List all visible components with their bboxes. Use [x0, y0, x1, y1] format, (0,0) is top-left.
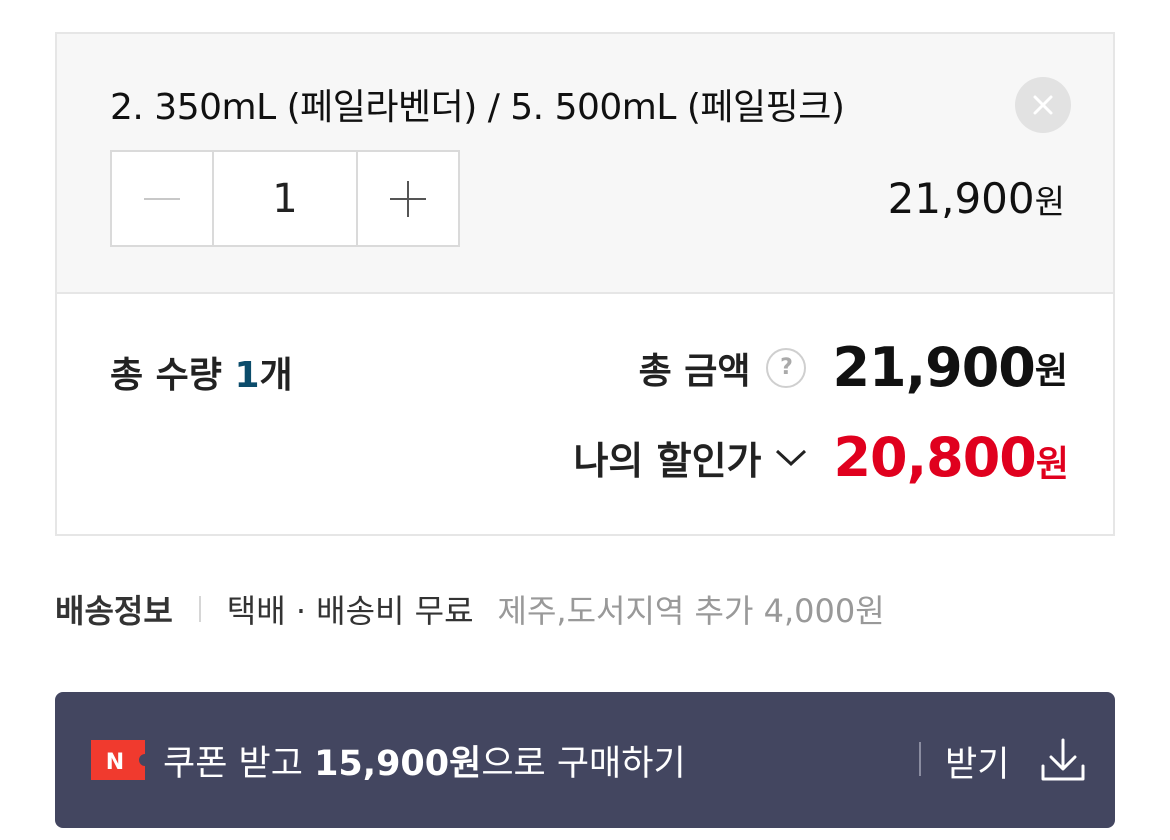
coupon-receive-button[interactable]: 받기 — [945, 736, 1009, 787]
discount-price-label: 나의 할인가 — [573, 439, 762, 483]
total-price-row: 총 금액 ? 21,900 원 — [639, 336, 1068, 399]
shipping-method: 택배 · 배송비 무료 — [226, 592, 474, 630]
quantity-input[interactable] — [214, 152, 356, 245]
chevron-down-icon — [775, 449, 807, 467]
discount-price-unit: 원 — [1035, 444, 1069, 485]
shipping-extra-fee: 제주,도서지역 추가 4,000원 — [497, 592, 885, 630]
quantity-stepper — [110, 150, 460, 247]
total-price-value: 21,900 — [832, 336, 1035, 399]
coupon-text-prefix: 쿠폰 받고 — [163, 743, 315, 784]
discount-price-toggle[interactable]: 나의 할인가 20,800원 — [573, 426, 1069, 489]
option-name: 2. 350mL (페일라벤더) / 5. 500mL (페일핑크) — [110, 87, 845, 128]
help-icon[interactable]: ? — [766, 347, 807, 388]
coupon-banner[interactable]: N 쿠폰 받고 15,900원으로 구매하기 받기 — [55, 692, 1115, 828]
option-price-unit: 원 — [1034, 182, 1065, 221]
option-price: 21,900원 — [888, 174, 1065, 223]
discount-price-number: 20,800 — [833, 426, 1036, 489]
shipping-title: 배송정보 — [55, 592, 173, 630]
coupon-amount: 15,900원 — [314, 743, 482, 784]
option-price-value: 21,900 — [887, 174, 1035, 223]
total-quantity-unit: 개 — [259, 355, 293, 396]
shipping-divider — [198, 596, 201, 622]
minus-icon — [144, 197, 180, 200]
total-quantity-label: 총 수량 — [110, 355, 222, 396]
discount-price-value: 20,800원 — [833, 426, 1069, 489]
coupon-divider — [919, 742, 921, 776]
total-quantity: 총 수량 1개 — [110, 346, 293, 398]
coupon-text-suffix: 으로 구매하기 — [481, 743, 686, 784]
total-price-label: 총 금액 — [638, 350, 751, 392]
close-icon — [1033, 95, 1053, 115]
decrease-quantity-button[interactable] — [112, 152, 214, 245]
coupon-text: 쿠폰 받고 15,900원으로 구매하기 — [163, 735, 686, 786]
plus-icon — [390, 180, 426, 217]
increase-quantity-button[interactable] — [356, 152, 458, 245]
total-quantity-value: 1 — [234, 355, 260, 396]
naver-badge-letter: N — [106, 750, 124, 775]
naver-n-icon: N — [91, 740, 145, 780]
option-item: 2. 350mL (페일라벤더) / 5. 500mL (페일핑크) 21,90… — [57, 34, 1113, 294]
shipping-info: 배송정보 택배 · 배송비 무료 제주,도서지역 추가 4,000원 — [55, 586, 885, 632]
total-price-unit: 원 — [1034, 350, 1068, 392]
download-icon[interactable] — [1039, 736, 1087, 784]
selected-option-box: 2. 350mL (페일라벤더) / 5. 500mL (페일핑크) 21,90… — [55, 32, 1115, 536]
remove-option-button[interactable] — [1015, 77, 1071, 133]
